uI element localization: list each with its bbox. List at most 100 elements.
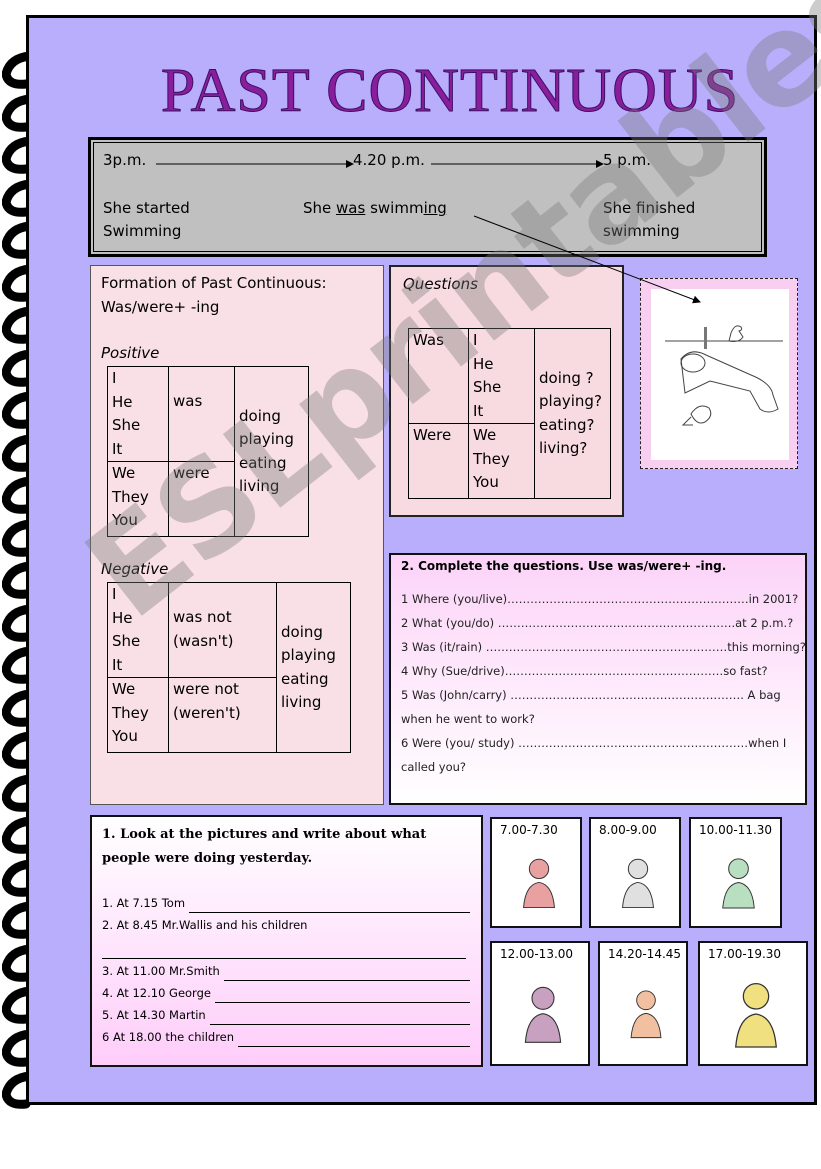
verb: playing — [239, 430, 294, 448]
ironing-icon — [618, 971, 674, 1052]
exercise2-title: 2. Complete the questions. Use was/were+… — [401, 559, 727, 573]
verb: eating? — [539, 415, 595, 434]
auxiliary: was not — [173, 608, 232, 626]
exercise-item: 5. At 14.30 Martin — [102, 1005, 474, 1025]
question-line: 3 Was (it/rain) ………………………………………………………thi… — [401, 640, 806, 654]
verb: living — [281, 693, 322, 711]
exercise-item: 4. At 12.10 George — [102, 983, 474, 1003]
pronoun: It — [112, 439, 123, 458]
question-line: 6 Were (you/ study) ……………………………………………………… — [401, 736, 787, 750]
activity-time: 10.00-11.30 — [699, 823, 773, 837]
positive-plural-pronouns: We They You — [107, 461, 169, 537]
reading-to-children-icon — [609, 847, 667, 914]
activity-picture: 8.00-9.00 — [589, 817, 681, 928]
swimmer-picture-frame — [640, 278, 798, 469]
eating-sandwich-icon — [510, 847, 568, 914]
event-middle: She was swimming — [303, 199, 447, 217]
positive-singular-pronouns: I He She It — [107, 366, 169, 462]
pronoun: He — [112, 392, 133, 411]
verb: living — [239, 477, 280, 495]
negative-table: I He She It was not (wasn't) doing playing eat… — [107, 582, 351, 753]
negative-label: Negative — [101, 560, 169, 578]
questions-box: Questions Was I He She It doing ? playing? ea… — [389, 265, 624, 517]
pronoun: We — [112, 680, 136, 698]
exercise1-title: 1. Look at the pictures and write about … — [102, 827, 427, 866]
activity-time: 8.00-9.00 — [599, 823, 657, 837]
pronoun: He — [473, 354, 494, 373]
pronoun: She — [473, 378, 502, 396]
verb: eating — [239, 453, 287, 472]
pronoun: It — [473, 401, 484, 420]
question-line: called you? — [401, 760, 467, 774]
answer-blank[interactable] — [223, 967, 470, 981]
page-title: PAST CONTINUOUS — [160, 57, 740, 126]
activity-picture: 17.00-19.30 — [698, 941, 808, 1066]
exercise-item: 3. At 11.00 Mr.Smith — [102, 961, 474, 981]
question-aux-were: Were — [408, 423, 469, 499]
formation-rule: Was/were+ -ing — [101, 298, 220, 316]
negative-aux-were-not: were not (weren't) — [168, 677, 277, 753]
question-singular-pronouns: I He She It — [468, 328, 535, 424]
formation-box: Formation of Past Continuous: Was/were+ … — [90, 265, 384, 805]
pronoun: They — [112, 703, 149, 722]
pronoun: It — [112, 655, 123, 674]
answer-blank[interactable] — [209, 1011, 470, 1025]
question-plural-pronouns: We They You — [468, 423, 535, 499]
auxiliary: were not — [173, 680, 239, 698]
negative-aux-was-not: was not (wasn't) — [168, 582, 277, 678]
pronoun: He — [112, 608, 133, 627]
question-line: 1 Where (you/live)………………………………………………………i… — [401, 592, 799, 606]
questions-table: Was I He She It doing ? playing? eating? livin… — [408, 328, 611, 499]
exercise-item: 6 At 18.00 the children — [102, 1027, 474, 1047]
auxiliary: (weren't) — [173, 703, 241, 722]
activity-picture: 7.00-7.30 — [490, 817, 582, 928]
exercise-complete-questions: 2. Complete the questions. Use was/were+… — [389, 553, 807, 805]
pronoun: I — [473, 331, 478, 349]
event-start: She started Swimming — [103, 199, 190, 240]
positive-verbs: doing playing eating living — [234, 366, 309, 537]
question-line: 5 Was (John/carry) …………………………………………………….… — [401, 688, 781, 702]
pronoun: She — [112, 632, 141, 650]
activity-picture: 10.00-11.30 — [689, 817, 782, 928]
questions-label: Questions — [403, 275, 478, 293]
pronoun: She — [112, 416, 141, 434]
question-verbs: doing ? playing? eating? living? — [534, 328, 611, 499]
pronoun: You — [112, 727, 138, 745]
timeline-box: 3p.m. 4.20 p.m. 5 p.m. She started Swimm… — [88, 137, 767, 257]
question-line: when he went to work? — [401, 712, 535, 726]
answer-blank[interactable] — [189, 899, 471, 913]
positive-table: I He She It was doing playing eating living We… — [107, 366, 309, 537]
positive-aux-was: was — [168, 366, 235, 462]
activity-picture: 14.20-14.45 — [598, 941, 688, 1066]
answer-blank[interactable] — [238, 1033, 471, 1047]
activity-picture: 12.00-13.00 — [490, 941, 590, 1066]
pronoun: I — [112, 369, 117, 387]
negative-plural-pronouns: We They You — [107, 677, 169, 753]
positive-label: Positive — [101, 344, 160, 362]
cooking-icon — [510, 971, 576, 1052]
pronoun: We — [112, 464, 136, 482]
pronoun: They — [473, 449, 510, 468]
activity-time: 14.20-14.45 — [608, 947, 682, 961]
activity-time: 17.00-19.30 — [708, 947, 782, 961]
answer-blank[interactable] — [102, 945, 466, 959]
auxiliary: (wasn't) — [173, 631, 234, 650]
pronoun: You — [473, 473, 499, 491]
answer-blank[interactable] — [214, 989, 470, 1003]
watching-tv-icon — [718, 971, 794, 1052]
verb: eating — [281, 669, 329, 688]
verb: doing ? — [539, 368, 594, 387]
swimmer-icon — [665, 325, 783, 426]
verb: doing — [239, 406, 281, 425]
negative-singular-pronouns: I He She It — [107, 582, 169, 678]
pronoun: You — [112, 511, 138, 529]
formation-heading: Formation of Past Continuous: — [101, 274, 327, 292]
exercise-write-about-pictures: 1. Look at the pictures and write about … — [90, 815, 483, 1067]
negative-verbs: doing playing eating living — [276, 582, 351, 753]
playing-tennis-icon — [709, 847, 768, 914]
activity-time: 7.00-7.30 — [500, 823, 558, 837]
verb: playing — [281, 646, 336, 664]
pronoun: We — [473, 426, 497, 444]
event-end: She finished swimming — [603, 199, 696, 240]
question-line: 4 Why (Sue/drive)…………………………………………………so f… — [401, 664, 768, 678]
